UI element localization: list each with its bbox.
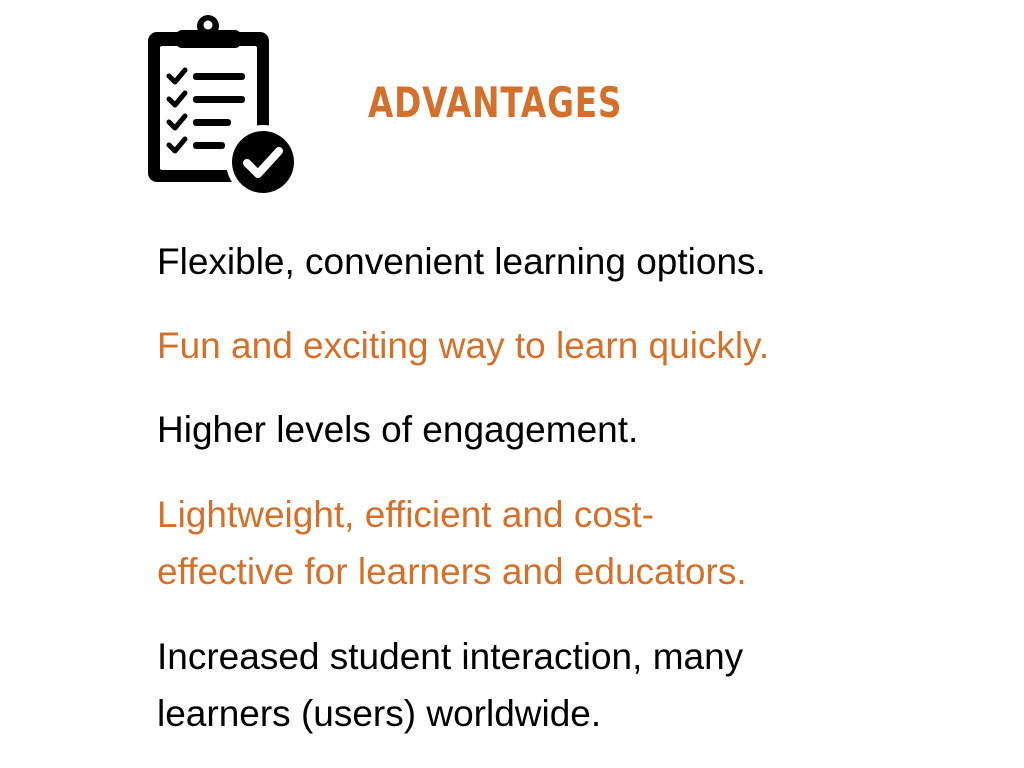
bullet-flexible: Flexible, convenient learning options. [157, 233, 877, 290]
slide: ADVANTAGES Flexible, convenient learning… [0, 0, 1024, 768]
bullet-line: Fun and exciting way to learn quickly. [157, 325, 770, 366]
bullet-lightweight: Lightweight, efficient and cost- effecti… [157, 486, 877, 600]
clipboard-checklist-icon [148, 15, 300, 199]
bullet-fun: Fun and exciting way to learn quickly. [157, 317, 877, 374]
bullet-line: Lightweight, efficient and cost- [157, 494, 655, 535]
bullet-line: effective for learners and educators. [157, 551, 747, 592]
bullet-line: Increased student interaction, many [157, 636, 744, 677]
bullet-line: learners (users) worldwide. [157, 693, 602, 734]
bullet-engagement: Higher levels of engagement. [157, 401, 877, 458]
bullet-line: Flexible, convenient learning options. [157, 241, 766, 282]
bullet-interaction: Increased student interaction, many lear… [157, 628, 877, 742]
slide-title: ADVANTAGES [368, 78, 623, 127]
bullet-line: Higher levels of engagement. [157, 409, 639, 450]
